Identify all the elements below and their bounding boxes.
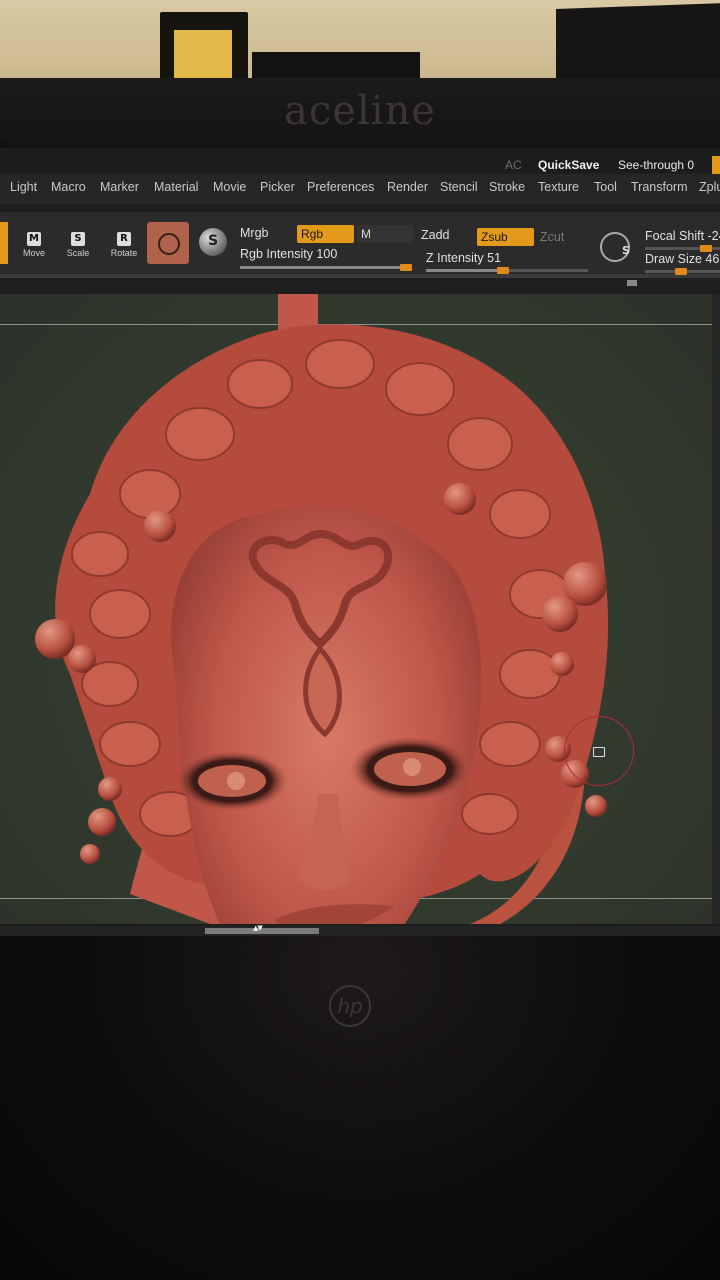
menu-tool[interactable]: Tool: [594, 180, 617, 194]
menu-picker[interactable]: Picker: [260, 180, 295, 194]
move-button[interactable]: M Move: [12, 226, 56, 262]
zcut-button[interactable]: Zcut: [540, 230, 564, 244]
menu-movie[interactable]: Movie: [213, 180, 246, 194]
dark-object-right: [556, 3, 720, 89]
menu-material[interactable]: Material: [154, 180, 198, 194]
brush-ring-icon: [158, 233, 180, 255]
rotate-label: Rotate: [110, 248, 138, 258]
rotate-button[interactable]: R Rotate: [102, 226, 146, 262]
draw-mode-button[interactable]: [147, 222, 189, 264]
z-intensity-knob[interactable]: [496, 267, 509, 274]
menus-toggle-button[interactable]: [712, 156, 720, 176]
rgb-intensity-knob[interactable]: [400, 264, 412, 271]
main-menu-bar: Light Macro Marker Material Movie Picker…: [0, 174, 720, 204]
material-sphere-icon[interactable]: [199, 228, 227, 256]
monitor-brand-label: aceline: [284, 88, 436, 134]
sculpted-head-model[interactable]: [0, 294, 712, 924]
right-iris: [403, 758, 421, 776]
focal-shift-label[interactable]: Focal Shift -24: [645, 229, 720, 243]
scale-label: Scale: [66, 248, 90, 258]
bottom-tray-toggle[interactable]: [205, 924, 319, 934]
menu-macro[interactable]: Macro: [51, 180, 86, 194]
draw-size-label[interactable]: Draw Size 46: [645, 252, 719, 266]
dynamic-brush-size-icon[interactable]: [600, 232, 630, 262]
zadd-button[interactable]: Zadd: [421, 228, 450, 242]
move-label: Move: [22, 248, 45, 258]
menu-stencil[interactable]: Stencil: [440, 180, 478, 194]
zsub-button[interactable]: Zsub: [477, 228, 534, 246]
ac-label[interactable]: AC: [505, 158, 522, 172]
focal-shift-knob[interactable]: [700, 245, 712, 252]
menu-light[interactable]: Light: [10, 180, 37, 194]
shelf-scroll-tab[interactable]: [627, 280, 637, 286]
menu-stroke[interactable]: Stroke: [489, 180, 525, 194]
shelf-divider: [0, 274, 720, 278]
m-button[interactable]: M: [357, 225, 414, 243]
quicksave-button[interactable]: QuickSave: [538, 158, 599, 172]
mrgb-button[interactable]: Mrgb: [240, 226, 268, 240]
menu-marker[interactable]: Marker: [100, 180, 139, 194]
see-through-slider-label[interactable]: See-through 0: [618, 158, 694, 172]
brush-cursor-ring: [564, 716, 634, 786]
menu-render[interactable]: Render: [387, 180, 428, 194]
menu-texture[interactable]: Texture: [538, 180, 579, 194]
focal-shift-slider[interactable]: [645, 245, 720, 252]
z-intensity-slider[interactable]: [426, 267, 588, 274]
right-tray: [712, 294, 720, 924]
scale-key-icon: S: [71, 232, 85, 246]
scale-button[interactable]: S Scale: [56, 226, 100, 262]
zbrush-screen: AC QuickSave See-through 0 Light Macro M…: [0, 148, 720, 938]
menu-preferences[interactable]: Preferences: [307, 180, 374, 194]
menu-transform[interactable]: Transform: [631, 180, 688, 194]
rgb-intensity-label[interactable]: Rgb Intensity 100: [240, 247, 337, 261]
picture-frame: [160, 12, 248, 84]
draw-size-knob[interactable]: [675, 268, 687, 275]
edit-mode-button[interactable]: [0, 222, 8, 264]
draw-size-slider[interactable]: [645, 268, 720, 275]
rgb-button[interactable]: Rgb: [297, 225, 354, 243]
menu-zplugin[interactable]: Zplu: [699, 180, 720, 194]
left-iris: [227, 772, 245, 790]
rgb-intensity-fill: [240, 266, 412, 269]
move-key-icon: M: [27, 232, 41, 246]
rotate-key-icon: R: [117, 232, 131, 246]
top-status-bar: AC QuickSave See-through 0: [0, 148, 720, 172]
z-intensity-label[interactable]: Z Intensity 51: [426, 251, 501, 265]
rgb-intensity-slider[interactable]: [240, 264, 412, 271]
hp-logo-icon: hp: [329, 985, 371, 1027]
